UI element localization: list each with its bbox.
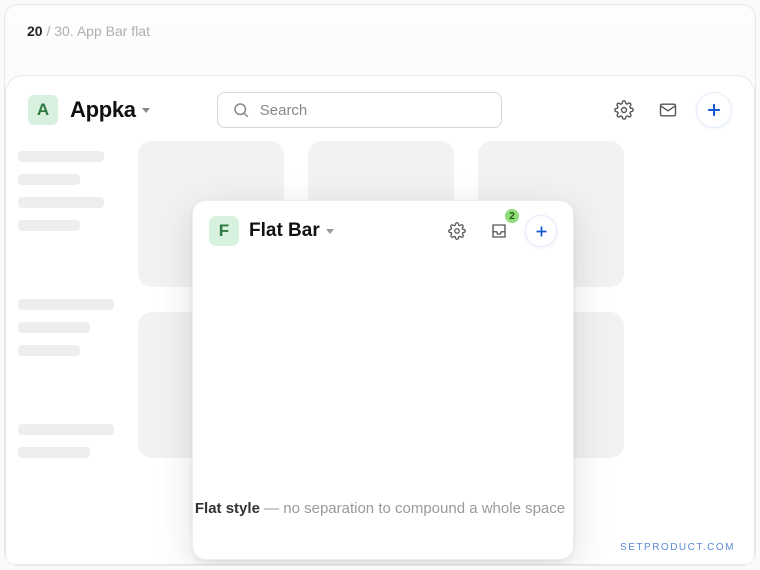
caption-rest: — no separation to compound a whole spac… [260, 500, 565, 517]
flat-title-dropdown[interactable]: Flat Bar [249, 220, 334, 242]
breadcrumb-current: 20 [27, 23, 43, 39]
inbox-badge: 2 [505, 209, 519, 223]
plus-icon [533, 223, 550, 240]
chevron-down-icon [326, 229, 334, 234]
flat-title: Flat Bar [249, 220, 320, 242]
search-icon [232, 101, 250, 119]
caption-strong: Flat style [195, 500, 260, 517]
caption: Flat style — no separation to compound a… [195, 500, 565, 517]
app-bar-main: A Appka [6, 82, 754, 138]
app-title-dropdown[interactable]: Appka [70, 97, 150, 123]
gear-icon [614, 100, 634, 120]
skeleton-line [18, 299, 114, 310]
gear-icon [448, 222, 466, 240]
app-title: Appka [70, 97, 136, 123]
mail-icon [658, 100, 678, 120]
skeleton-line [18, 151, 104, 162]
breadcrumb-sep: / [43, 23, 55, 39]
plus-icon [704, 100, 724, 120]
search-field[interactable] [217, 92, 502, 128]
skeleton-line [18, 424, 114, 435]
inbox-icon [490, 222, 508, 240]
skeleton-line [18, 220, 80, 231]
watermark: SETPRODUCT.COM [620, 542, 735, 553]
skeleton-line [18, 447, 90, 458]
flat-settings-button[interactable] [441, 215, 473, 247]
chevron-down-icon [142, 108, 150, 113]
flat-logo[interactable]: F [209, 216, 239, 246]
settings-button[interactable] [608, 94, 640, 126]
skeleton-line [18, 345, 80, 356]
flat-add-button[interactable] [525, 215, 557, 247]
flat-inbox-button[interactable]: 2 [483, 215, 515, 247]
skeleton-line [18, 322, 90, 333]
breadcrumb-trail: 30. App Bar flat [54, 23, 150, 39]
add-button[interactable] [696, 92, 732, 128]
skeleton-line [18, 174, 80, 185]
inbox-button[interactable] [652, 94, 684, 126]
breadcrumb: 20 / 30. App Bar flat [27, 23, 150, 39]
skeleton-line [18, 197, 104, 208]
app-logo-letter: A [37, 100, 49, 120]
sidebar-skeleton [18, 141, 114, 458]
flat-logo-letter: F [219, 221, 229, 241]
search-input[interactable] [260, 102, 487, 119]
app-logo[interactable]: A [28, 95, 58, 125]
app-bar-flat: F Flat Bar 2 [193, 201, 573, 261]
